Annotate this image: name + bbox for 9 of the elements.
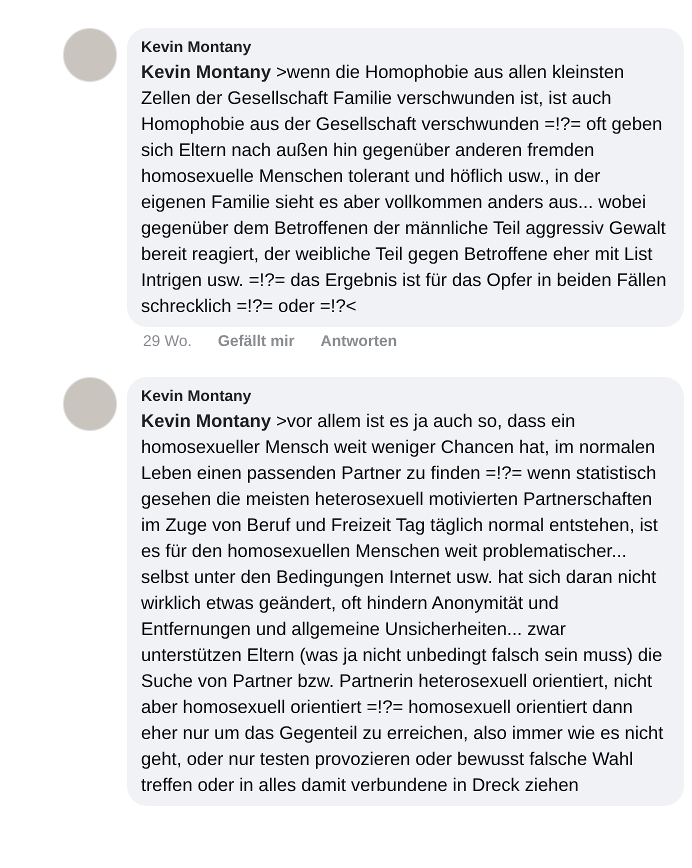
- comment-text: Kevin Montany >vor allem ist es ja auch so, dass ein homosexueller Mensch weit weniger Chancen hat, im normalen Leben einen passenden Partner zu finden =!?= wenn statistisch gesehen die meisten heterosexuell motivierten Partnerschaften im Zuge von Beruf und Freizeit Tag täglich normal entstehen, ist es für den homosexuellen Menschen weit problematischer... selbst unter den Bedingungen Internet usw. hat sich daran nicht wirklich etwas geändert, oft hindern Anonymität und Entfernungen und allgemeine Unsicherheiten... zwar unterstützen Eltern (was ja nicht unbedingt falsch sein muss) die Suche von Partner bzw. Partnerin heterosexuell orientiert, nicht aber homosexuell orientiert =!?= homosexuell orientiert dann eher nur um das Gegenteil zu erreichen, also immer wie es nicht geht, oder nur testen provozieren oder bewusst falsche Wahl treffen oder in alles damit verbundene in Dreck ziehen: [141, 409, 664, 797]
- comment-text: Kevin Montany >wenn die Homophobie aus allen kleinsten Zellen der Gesellschaft Familie verschwunden ist, ist auch Homophobie aus der Gesellschaft verschwunden =!?= oft geben sich Eltern nach außen hin gegenüber anderen fremden homosexuelle Menschen tolerant und höflich usw., in der eigenen Familie sieht es aber vollkommen anders aus... wobei gegenüber dem Betroffenen der männliche Teil aggressiv Gewalt bereit reagiert, der weibliche Teil gegen Betroffene eher mit List Intrigen usw. =!?= das Ergebnis ist für das Opfer in beiden Fällen schrecklich =!?= oder =!?<: [141, 60, 668, 318]
- reply-link[interactable]: Antworten: [320, 333, 398, 351]
- timestamp-link[interactable]: 29 Wo.: [143, 333, 192, 351]
- avatar-photo[interactable]: [63, 377, 117, 431]
- author-name[interactable]: Kevin Montany: [141, 37, 670, 59]
- avatar-photo[interactable]: [63, 28, 117, 82]
- like-link[interactable]: Gefällt mir: [218, 333, 294, 351]
- author-name[interactable]: Kevin Montany: [141, 386, 670, 408]
